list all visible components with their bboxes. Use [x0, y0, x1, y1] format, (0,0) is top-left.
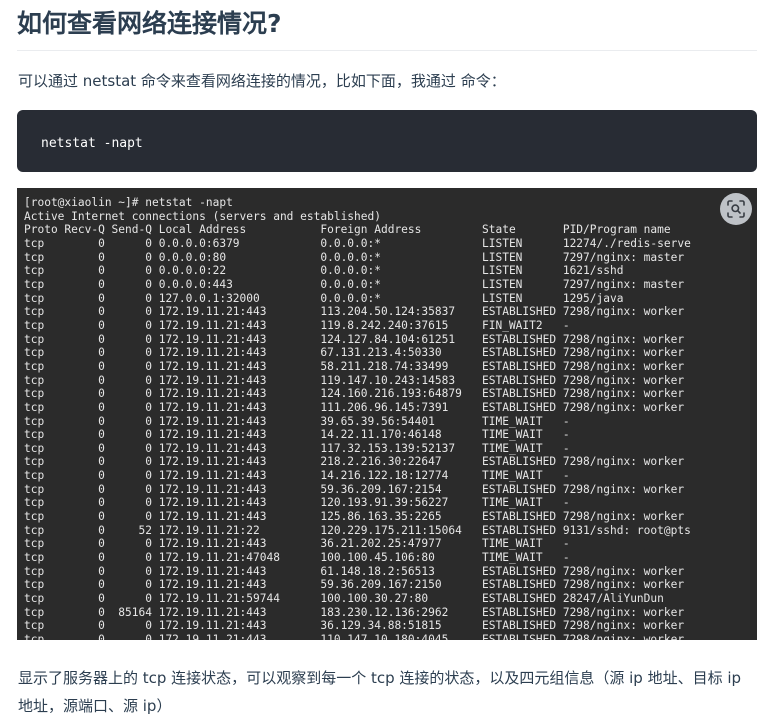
terminal-line: tcp 0 0 172.19.11.21:443 218.2.216.30:22… — [24, 455, 685, 469]
terminal-line: tcp 0 0 0.0.0.0:6379 0.0.0.0:* LISTEN 12… — [24, 236, 691, 250]
intro-paragraph: 可以通过 netstat 命令来查看网络连接的情况，比如下面，我通过 命令： — [18, 72, 506, 90]
terminal-line: tcp 0 0 172.19.11.21:443 58.211.218.74:3… — [24, 359, 685, 373]
terminal-line: tcp 0 0 172.19.11.21:443 36.21.202.25:47… — [24, 537, 570, 551]
terminal-line: tcp 0 0 172.19.11.21:59744 100.100.30.27… — [24, 592, 664, 606]
terminal-line: tcp 0 0 172.19.11.21:443 67.131.213.4:50… — [24, 346, 685, 360]
terminal-line: tcp 0 0 172.19.11.21:443 124.127.84.104:… — [24, 332, 685, 346]
terminal-line: tcp 0 0 172.19.11.21:443 39.65.39.56:544… — [24, 414, 570, 428]
terminal-line: tcp 0 0 0.0.0.0:80 0.0.0.0:* LISTEN 7297… — [24, 250, 685, 264]
scan-text-button[interactable] — [720, 193, 752, 225]
terminal-line: tcp 0 0 0.0.0.0:443 0.0.0.0:* LISTEN 729… — [24, 277, 685, 291]
code-command: netstat -napt — [41, 136, 143, 151]
terminal-line: tcp 0 0 0.0.0.0:22 0.0.0.0:* LISTEN 1621… — [24, 264, 624, 278]
terminal-line: tcp 0 0 172.19.11.21:443 59.36.209.167:2… — [24, 578, 685, 592]
terminal-line: tcp 0 0 172.19.11.21:443 110.147.10.180:… — [24, 633, 685, 640]
terminal-line: tcp 0 0 172.19.11.21:47048 100.100.45.10… — [24, 551, 570, 565]
terminal-line: tcp 0 0 172.19.11.21:443 125.86.163.35:2… — [24, 510, 685, 524]
terminal-line: tcp 0 0 127.0.0.1:32000 0.0.0.0:* LISTEN… — [24, 291, 624, 305]
summary-paragraph: 显示了服务器上的 tcp 连接状态，可以观察到每一个 tcp 连接的状态，以及四… — [18, 669, 742, 715]
terminal-line: tcp 0 0 172.19.11.21:443 119.147.10.243:… — [24, 373, 685, 387]
terminal-line: tcp 0 0 172.19.11.21:443 124.160.216.193… — [24, 387, 685, 401]
terminal-screenshot: [root@xiaolin ~]# netstat -napt Active In… — [17, 188, 757, 640]
terminal-line: tcp 0 0 172.19.11.21:443 111.206.96.145:… — [24, 400, 685, 414]
terminal-line: tcp 0 0 172.19.11.21:443 14.22.11.170:46… — [24, 428, 570, 442]
scan-text-icon — [727, 200, 745, 218]
section-heading: 如何查看网络连接情况? — [17, 8, 757, 51]
terminal-line: tcp 0 0 172.19.11.21:443 36.129.34.88:51… — [24, 619, 685, 633]
terminal-line: tcp 0 0 172.19.11.21:443 117.32.153.139:… — [24, 441, 570, 455]
terminal-line: tcp 0 0 172.19.11.21:443 113.204.50.124:… — [24, 305, 685, 319]
terminal-line: Proto Recv-Q Send-Q Local Address Foreig… — [24, 223, 671, 237]
terminal-line: tcp 0 0 172.19.11.21:443 61.148.18.2:565… — [24, 564, 685, 578]
terminal-line: tcp 0 52 172.19.11.21:22 120.229.175.211… — [24, 523, 691, 537]
terminal-line: tcp 0 0 172.19.11.21:443 119.8.242.240:3… — [24, 318, 570, 332]
code-block: netstat -napt — [17, 110, 757, 172]
terminal-line: tcp 0 0 172.19.11.21:443 120.193.91.39:5… — [24, 496, 570, 510]
terminal-line: tcp 0 0 172.19.11.21:443 14.216.122.18:1… — [24, 469, 570, 483]
terminal-line: [root@xiaolin ~]# netstat -napt — [24, 196, 233, 209]
terminal-line: tcp 0 0 172.19.11.21:443 59.36.209.167:2… — [24, 482, 685, 496]
terminal-line: Active Internet connections (servers and… — [24, 209, 381, 223]
terminal-line: tcp 0 85164 172.19.11.21:443 183.230.12.… — [24, 605, 685, 619]
